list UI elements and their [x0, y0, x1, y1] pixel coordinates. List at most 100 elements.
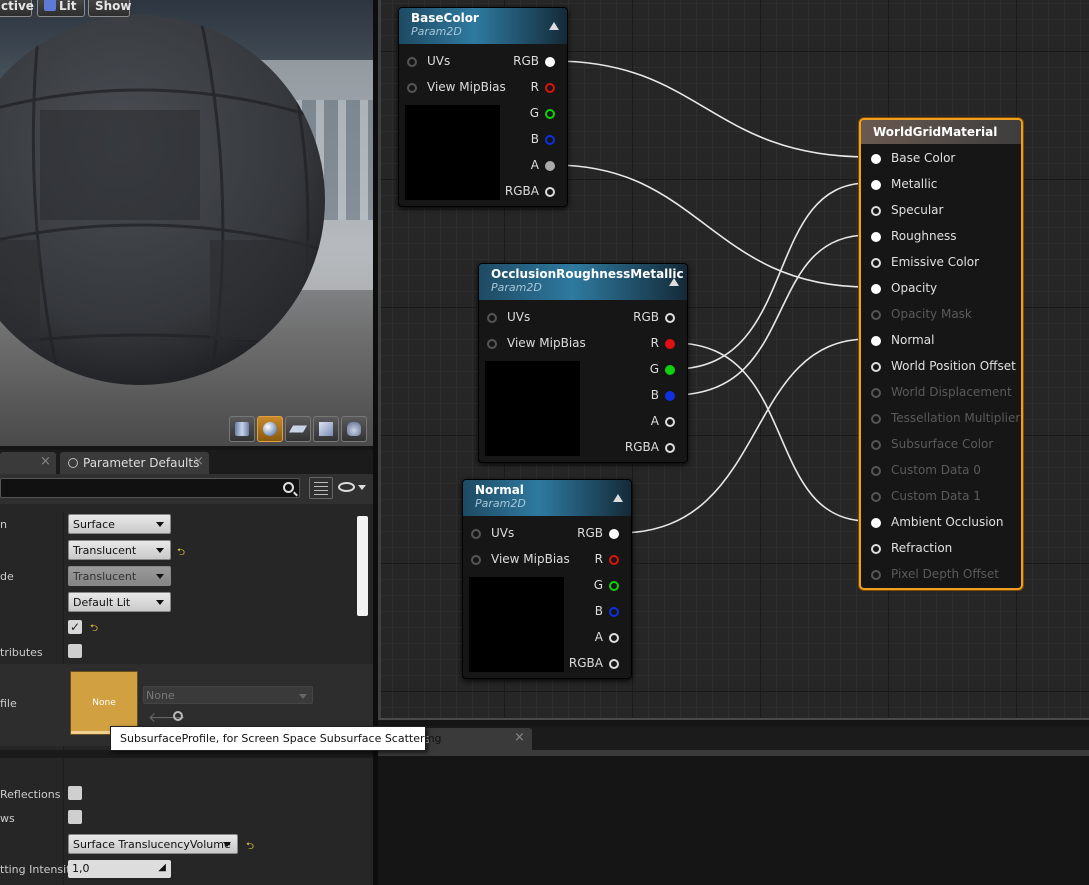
cube-icon [319, 422, 333, 436]
rgb-output-pin[interactable] [545, 57, 555, 67]
reflections-checkbox[interactable] [68, 786, 82, 800]
close-tab-icon[interactable]: × [40, 454, 51, 469]
tooltip-text: SubsurfaceProfile, for Screen Space Subs… [120, 732, 442, 745]
material-pin-2[interactable] [871, 206, 881, 216]
rgba-output-pin[interactable] [609, 659, 619, 669]
node-header[interactable]: Normal Param2D [463, 480, 631, 516]
attributes-checkbox[interactable] [68, 644, 82, 658]
close-tab-icon[interactable]: × [514, 730, 525, 745]
material-pin-14[interactable] [871, 518, 881, 528]
mipbias-input-pin[interactable] [407, 83, 417, 93]
reset-to-default-icon[interactable]: ⮌ [177, 545, 185, 562]
property-matrix-icon[interactable] [309, 477, 333, 499]
uvs-input-pin[interactable] [407, 57, 417, 67]
view-mode-lit-button[interactable]: Lit [37, 0, 85, 17]
preview-cylinder-button[interactable] [229, 416, 255, 442]
rgba-output-pin[interactable] [545, 187, 555, 197]
a-output-pin[interactable] [609, 633, 619, 643]
material-graph-canvas[interactable]: BaseColor Param2D UVs View MipBias RGB R… [378, 0, 1089, 720]
details-scrollbar[interactable] [357, 516, 368, 616]
rgb-output-pin[interactable] [665, 313, 675, 323]
tab-parameter-defaults[interactable]: Parameter Defaults [60, 452, 209, 474]
material-pin-13 [871, 492, 881, 502]
r-output-pin[interactable] [545, 83, 555, 93]
material-pin-5[interactable] [871, 284, 881, 294]
node-header[interactable]: OcclusionRoughnessMetallic Param2D [479, 264, 687, 300]
shadows-checkbox[interactable] [68, 810, 82, 824]
texture-preview [405, 105, 500, 200]
g-output-pin[interactable] [665, 365, 675, 375]
mipbias-input-pin[interactable] [471, 555, 481, 565]
collapse-arrow-icon[interactable] [613, 494, 623, 502]
r-output-pin[interactable] [609, 555, 619, 565]
search-icon[interactable] [283, 482, 294, 493]
preview-plane-button[interactable] [285, 416, 311, 442]
a-output-pin[interactable] [665, 417, 675, 427]
b-output-pin[interactable] [609, 607, 619, 617]
material-pin-label: World Displacement [891, 385, 1012, 399]
material-node-header[interactable]: WorldGridMaterial [861, 120, 1021, 144]
material-pin-11 [871, 440, 881, 450]
material-pin-label: Metallic [891, 177, 938, 191]
r-output-pin[interactable] [665, 339, 675, 349]
details-search-input[interactable] [0, 478, 300, 498]
blend-mode-combo[interactable]: Translucent [68, 540, 171, 560]
material-domain-combo[interactable]: Surface [68, 514, 171, 534]
show-button[interactable]: Show [88, 0, 132, 17]
scattering-intensity-value: 1,0 [72, 862, 90, 875]
rgba-output-pin[interactable] [665, 443, 675, 453]
chevron-down-icon[interactable] [358, 485, 366, 494]
thumbnail-none-label: None [92, 698, 116, 708]
material-pin-8[interactable] [871, 362, 881, 372]
material-result-node[interactable]: WorldGridMaterial Base Color Metallic Spec… [859, 118, 1023, 590]
preview-sphere-button[interactable] [257, 416, 283, 442]
material-pin-9 [871, 388, 881, 398]
material-pin-15[interactable] [871, 544, 881, 554]
g-output-pin[interactable] [609, 581, 619, 591]
b-output-pin[interactable] [665, 391, 675, 401]
texture-preview [469, 577, 564, 672]
material-pin-4[interactable] [871, 258, 881, 268]
b-output-pin[interactable] [545, 135, 555, 145]
a-output-pin[interactable] [545, 161, 555, 171]
preview-cube-button[interactable] [313, 416, 339, 442]
collapse-arrow-icon[interactable] [549, 22, 559, 30]
two-sided-row: ✓ ⮌ [0, 616, 373, 642]
reset-to-default-icon[interactable]: ⮌ [90, 621, 98, 638]
shading-model-combo[interactable]: Default Lit [68, 592, 171, 612]
g-output-pin[interactable] [545, 109, 555, 119]
close-tab-icon[interactable]: × [193, 454, 204, 469]
translucency-lighting-mode-row: Surface TranslucencyVolume ⮌ [0, 832, 373, 858]
material-pin-7[interactable] [871, 336, 881, 346]
orm-texture-node[interactable]: OcclusionRoughnessMetallic Param2D UVs V… [478, 263, 688, 463]
attributes-label: tributes [0, 646, 43, 659]
material-pin-label: Subsurface Color [891, 437, 994, 451]
lighting-mode-combo[interactable]: Surface TranslucencyVolume [68, 834, 238, 854]
view-options-eye-icon[interactable] [338, 482, 355, 492]
mipbias-input-pin[interactable] [487, 339, 497, 349]
node-header[interactable]: BaseColor Param2D [399, 8, 567, 44]
material-pin-1[interactable] [871, 180, 881, 190]
preview-mesh-button[interactable] [341, 416, 367, 442]
g-output-label: G [649, 362, 659, 376]
subsurface-profile-picker[interactable]: None [143, 686, 313, 704]
a-output-label: A [650, 414, 659, 428]
collapse-arrow-icon[interactable] [669, 278, 679, 286]
material-pin-0[interactable] [871, 154, 881, 164]
material-pin-label: Normal [891, 333, 935, 347]
material-preview-viewport[interactable]: ctive Lit Show [0, 0, 373, 446]
section-divider [0, 750, 373, 758]
material-pin-3[interactable] [871, 232, 881, 242]
reset-to-default-icon[interactable]: ⮌ [246, 839, 254, 856]
basecolor-texture-node[interactable]: BaseColor Param2D UVs View MipBias RGB R… [398, 7, 568, 207]
uvs-input-pin[interactable] [487, 313, 497, 323]
scattering-intensity-spinbox[interactable]: 1,0 ◢ [68, 860, 171, 878]
browse-search-icon[interactable] [173, 711, 183, 721]
normal-texture-node[interactable]: Normal Param2D UVs View MipBias RGB R G … [462, 479, 632, 679]
node-subtitle: Param2D [475, 497, 526, 510]
node-title: BaseColor [411, 11, 479, 25]
uvs-input-pin[interactable] [471, 529, 481, 539]
rgb-output-pin[interactable] [609, 529, 619, 539]
realtime-button[interactable]: ctive [0, 0, 34, 17]
two-sided-checkbox[interactable]: ✓ [68, 620, 82, 634]
